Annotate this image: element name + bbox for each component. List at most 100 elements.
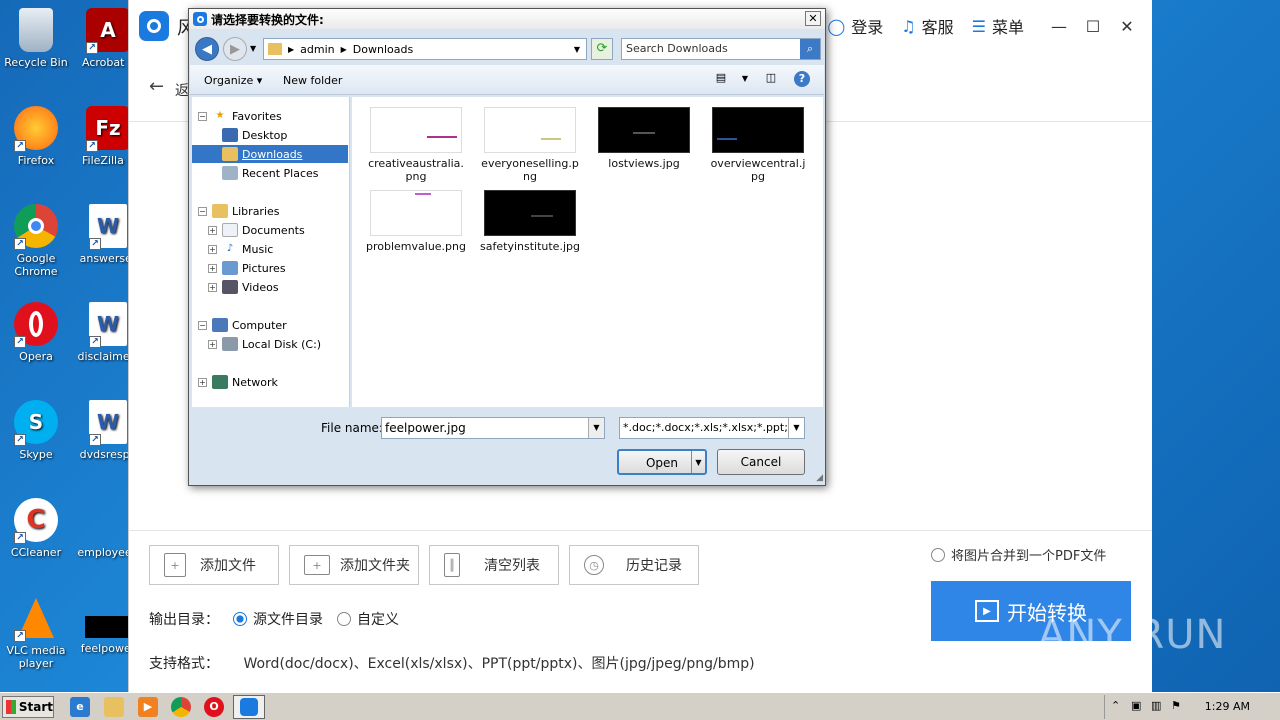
- videos-icon: [222, 280, 238, 294]
- tree-desktop[interactable]: Desktop: [222, 126, 287, 144]
- maximize-button[interactable]: ☐: [1076, 17, 1110, 36]
- output-custom-radio[interactable]: [337, 612, 351, 626]
- back-label[interactable]: 返: [175, 80, 189, 100]
- tray-expand-icon[interactable]: ⌃: [1111, 699, 1120, 712]
- top-actions: ◯ 登录 ♫ 客服 ☰ 菜单 — ☐ ✕: [827, 0, 1152, 52]
- command-bar: Organize ▾ New folder ▤ ▼ ◫ ?: [190, 65, 824, 95]
- file-thumbnail: [484, 190, 576, 236]
- breadcrumb-admin[interactable]: admin: [300, 43, 334, 56]
- add-file-icon: +: [164, 553, 186, 577]
- file-item[interactable]: creativeaustralia.png: [366, 107, 466, 183]
- clock-icon: ◷: [584, 555, 604, 575]
- file-item[interactable]: problemvalue.png: [366, 190, 466, 253]
- tree-favorites[interactable]: − ★ Favorites: [198, 107, 282, 125]
- open-file-dialog: 请选择要转换的文件: ✕ ◀ ▶ ▼ ▶ admin ▶ Downloads ▼…: [188, 8, 826, 486]
- merge-pdf-radio[interactable]: [931, 547, 945, 562]
- address-dropdown-icon[interactable]: ▼: [574, 45, 580, 54]
- network-tray-icon[interactable]: ▥: [1151, 699, 1161, 712]
- add-file-button[interactable]: + 添加文件: [149, 545, 279, 585]
- file-item[interactable]: everyoneselling.png: [480, 107, 580, 183]
- desktop-icon-ccleaner[interactable]: C ↗ CCleaner: [0, 498, 72, 559]
- tree-recent-places[interactable]: Recent Places: [222, 164, 319, 182]
- file-name-input[interactable]: feelpower.jpg ▼: [381, 417, 605, 439]
- desktop-icon-skype[interactable]: S ↗ Skype: [0, 400, 72, 461]
- file-name-dropdown-icon[interactable]: ▼: [588, 418, 604, 438]
- merge-pdf-option[interactable]: 将图片合并到一个PDF文件: [931, 545, 1106, 564]
- recycle-bin-icon: [19, 8, 53, 52]
- converter-taskbar-button[interactable]: [233, 695, 265, 719]
- file-type-select[interactable]: *.doc;*.docx;*.xls;*.xlsx;*.ppt;*.p ▼: [619, 417, 805, 439]
- view-options-icon[interactable]: ▤: [712, 71, 730, 87]
- desktop-icon-opera[interactable]: ↗ Opera: [0, 302, 72, 363]
- organize-button[interactable]: Organize ▾: [204, 74, 262, 87]
- start-button[interactable]: Start: [2, 696, 54, 718]
- ccleaner-icon: C ↗: [14, 498, 58, 544]
- desktop-icon: [222, 128, 238, 142]
- image-file-icon: [85, 616, 131, 638]
- minimize-button[interactable]: —: [1042, 17, 1076, 36]
- address-bar[interactable]: ▶ admin ▶ Downloads ▼: [263, 38, 587, 60]
- opera-taskbar-icon[interactable]: O: [204, 697, 224, 717]
- close-button[interactable]: ✕: [1110, 17, 1144, 36]
- app-logo: [139, 11, 169, 41]
- computer-icon: [212, 318, 228, 332]
- preview-pane-icon[interactable]: ◫: [762, 71, 780, 87]
- login-button[interactable]: ◯ 登录: [827, 14, 883, 38]
- add-folder-button[interactable]: + 添加文件夹: [289, 545, 419, 585]
- forward-nav-button[interactable]: ▶: [223, 37, 247, 61]
- clear-list-button[interactable]: ║ 清空列表: [429, 545, 559, 585]
- desktop-icon-firefox[interactable]: ↗ Firefox: [0, 106, 72, 167]
- tree-network[interactable]: + Network: [198, 373, 278, 391]
- back-arrow-icon[interactable]: ←: [149, 76, 164, 97]
- formats-row: 支持格式： Word(doc/docx)、Excel(xls/xlsx)、PPT…: [149, 656, 755, 672]
- word-doc-icon: W ↗: [89, 204, 127, 250]
- output-custom-option[interactable]: 自定义: [337, 609, 399, 629]
- refresh-button[interactable]: ⟳: [591, 38, 613, 60]
- menu-button[interactable]: ☰ 菜单: [972, 14, 1024, 38]
- open-split-arrow-icon[interactable]: ▼: [691, 451, 705, 473]
- output-source-option[interactable]: 源文件目录: [233, 609, 323, 629]
- file-item[interactable]: safetyinstitute.jpg: [480, 190, 580, 253]
- tree-local-disk[interactable]: + Local Disk (C:): [208, 335, 321, 353]
- history-button[interactable]: ◷ 历史记录: [569, 545, 699, 585]
- cancel-button[interactable]: Cancel: [717, 449, 805, 475]
- tree-libraries[interactable]: − Libraries: [198, 202, 280, 220]
- output-source-radio[interactable]: [233, 612, 247, 626]
- explorer-taskbar-icon[interactable]: [104, 697, 124, 717]
- service-button[interactable]: ♫ 客服: [901, 14, 953, 38]
- file-thumbnail: [598, 107, 690, 153]
- open-button[interactable]: Open ▼: [617, 449, 707, 475]
- recent-pages-dropdown[interactable]: ▼: [250, 44, 256, 53]
- desktop-icon-chrome[interactable]: ↗ Google Chrome: [0, 204, 72, 278]
- tree-music[interactable]: + ♪ Music: [208, 240, 273, 258]
- file-thumbnail: [484, 107, 576, 153]
- tree-downloads[interactable]: Downloads: [192, 145, 348, 163]
- desktop-icon-recycle-bin[interactable]: Recycle Bin: [0, 8, 72, 69]
- breadcrumb-downloads[interactable]: Downloads: [353, 43, 413, 56]
- search-icon[interactable]: ⌕: [800, 39, 820, 59]
- back-nav-button[interactable]: ◀: [195, 37, 219, 61]
- view-dropdown-icon[interactable]: ▼: [736, 74, 754, 90]
- pictures-icon: [222, 261, 238, 275]
- navigation-pane: − ★ Favorites Desktop Downloads Recent Pla…: [192, 97, 350, 407]
- file-item[interactable]: overviewcentral.jpg: [708, 107, 808, 183]
- tree-pictures[interactable]: + Pictures: [208, 259, 286, 277]
- help-icon[interactable]: ?: [794, 71, 810, 87]
- search-input[interactable]: Search Downloads ⌕: [621, 38, 821, 60]
- media-player-taskbar-icon[interactable]: ▶: [138, 697, 158, 717]
- chrome-taskbar-icon[interactable]: [171, 697, 191, 717]
- ie-taskbar-icon[interactable]: e: [70, 697, 90, 717]
- new-folder-button[interactable]: New folder: [283, 74, 342, 87]
- tree-computer[interactable]: − Computer: [198, 316, 287, 334]
- resize-grip-icon[interactable]: ◢: [816, 473, 823, 483]
- dialog-close-button[interactable]: ✕: [805, 11, 821, 26]
- file-item[interactable]: lostviews.jpg: [594, 107, 694, 170]
- flag-tray-icon[interactable]: ⚑: [1171, 699, 1181, 712]
- clock[interactable]: 1:29 AM: [1205, 700, 1250, 713]
- user-icon: ◯: [827, 16, 846, 36]
- tray-icon[interactable]: ▣: [1131, 699, 1141, 712]
- tree-videos[interactable]: + Videos: [208, 278, 279, 296]
- tree-documents[interactable]: + Documents: [208, 221, 305, 239]
- file-type-dropdown-icon[interactable]: ▼: [788, 418, 804, 438]
- desktop-icon-vlc[interactable]: ↗ VLC media player: [0, 596, 72, 670]
